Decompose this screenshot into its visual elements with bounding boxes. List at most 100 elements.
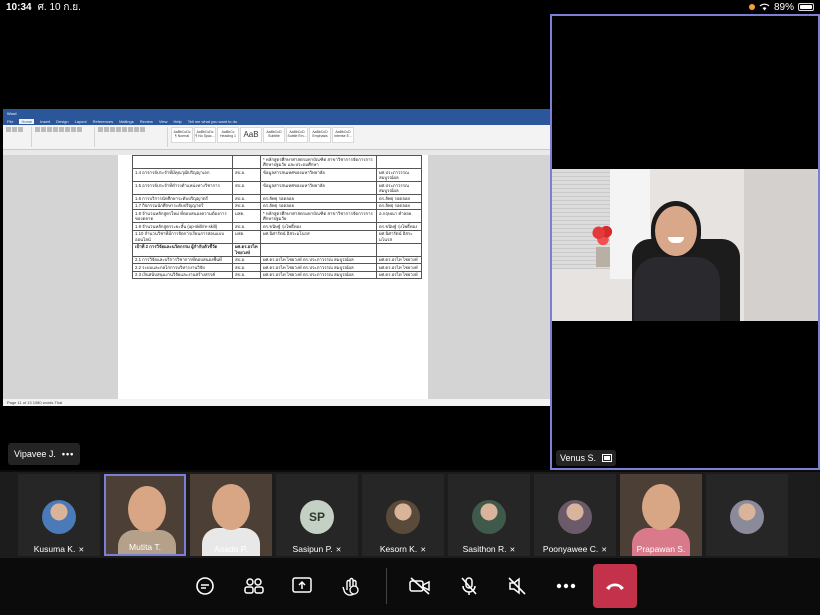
style-item: AaBbCcDc ¶ Normal — [171, 127, 193, 143]
table-row: 1.7 กิจกรรมนักศึกษาระดับปริญญาตรี สป.อ. ดร… — [132, 201, 423, 210]
participant-name: Prapawan S. — [636, 544, 686, 554]
table-cell: ผศ.ดร.อรไท ไชยวงษ์ — [375, 263, 423, 272]
table-cell: 1.5 อาจารย์ประจำที่ดำรงตำแหน่งทางวิชาการ — [132, 181, 233, 195]
table-row: 1.4 อาจารย์ประจำที่มีคุณวุฒิปริญญาเอก สป.… — [132, 168, 423, 182]
participant-tile[interactable]: Kusuma K. ✕ — [18, 474, 100, 556]
battery-icon — [798, 3, 814, 11]
avatar — [730, 500, 764, 534]
table-cell: ผศ.ประภาวรรณ สมบูรณ์ผล — [375, 181, 423, 195]
participant-name: Sasipun P. ✕ — [292, 544, 342, 554]
document-area: * หลักสูตรศึกษาศาสตรมหาบัณฑิต สาขาวิชากา… — [3, 155, 550, 399]
table-cell: สป.อ. — [232, 168, 261, 182]
reactions-button[interactable] — [333, 568, 369, 604]
table-cell: ดร.ขนิษฐ์ รุ่งโพธิ์ทอง — [260, 222, 377, 231]
ribbon-tab: References — [92, 119, 114, 124]
camera-button[interactable] — [402, 568, 438, 604]
table-cell: ผศ.นิศารัตน์ อิสระมโนรส — [375, 229, 423, 244]
participant-name: Sasithon R. ✕ — [462, 544, 516, 554]
style-item: AaBbCcD Subtitle — [263, 127, 285, 143]
table-cell: สป.อ. — [232, 222, 261, 231]
paragraph-group — [98, 127, 168, 147]
word-status-text: Page 11 of 13 1080 words Thai — [7, 400, 63, 405]
share-icon — [292, 577, 312, 593]
participant-tile[interactable]: Poonyawee C. ✕ — [534, 474, 616, 556]
participant-tile[interactable]: Asada P. — [190, 474, 272, 556]
table-cell: 1.6 การบริการนักศึกษาระดับปริญญาตรี — [132, 194, 233, 203]
table-cell: ผศ.ประภาวรรณ สมบูรณ์ผล — [375, 168, 423, 182]
table-cell: 1.7 กิจกรรมนักศึกษาระดับปริญญาตรี — [132, 201, 233, 210]
table-row: 2.2 ระบบและกลไกการบริหารงานวิจัย สป.อ. ผศ.… — [132, 263, 423, 272]
participant-tile[interactable]: Prapawan S. — [620, 474, 702, 556]
participant-video-feed — [212, 484, 250, 530]
table-cell: สป.อ. — [232, 255, 261, 264]
table-row: 1.5 อาจารย์ประจำที่ดำรงตำแหน่งทางวิชาการ… — [132, 181, 423, 195]
recording-dot-icon — [748, 4, 755, 10]
mic-off-icon: ✕ — [420, 547, 427, 554]
call-toolbar — [0, 558, 820, 615]
more-button[interactable] — [548, 568, 584, 604]
mic-button[interactable] — [451, 568, 487, 604]
battery-percent: 89% — [773, 1, 794, 13]
ribbon-tab: File — [7, 119, 14, 124]
ribbon-tab: Review — [139, 119, 153, 124]
main-stage: Word File Home Insert Design Layout Refe… — [0, 14, 550, 470]
participant-tile[interactable] — [706, 474, 788, 556]
table-cell: ผศ.ดร.อรไท ไชยวงษ์ — [232, 242, 261, 257]
table-cell: ผศ.นิศารัตน์ อิสระมโนรส — [260, 229, 377, 244]
style-item: AaBbCcD Intense E... — [332, 127, 354, 143]
participant-name: Poonyawee C. ✕ — [542, 544, 608, 554]
stage-name-label[interactable]: Vipavee J. ••• — [8, 443, 81, 465]
status-date: ศ. 10 ก.ย. — [37, 1, 81, 13]
mic-off-icon: ✕ — [335, 547, 342, 554]
ribbon-tab: Design — [56, 119, 69, 124]
pinned-name-label: Venus S. — [556, 450, 617, 466]
participant-tile[interactable]: SP Sasipun P. ✕ — [276, 474, 358, 556]
word-title-bar: Word — [3, 109, 550, 118]
avatar — [386, 500, 420, 534]
participant-tile[interactable]: Kesorn K. ✕ — [362, 474, 444, 556]
table-cell: สป.อ. — [232, 194, 261, 203]
word-app-title: Word — [7, 111, 17, 116]
mic-off-icon: ✕ — [509, 547, 516, 554]
status-bar: 10:34 ศ. 10 ก.ย. 89% — [0, 0, 820, 14]
share-button[interactable] — [284, 568, 320, 604]
participant-name: Mutita T. — [129, 542, 161, 552]
more-options-icon[interactable]: ••• — [62, 449, 74, 459]
participant-tile[interactable]: Mutita T. — [104, 474, 186, 556]
table-cell: สป.อ. — [232, 263, 261, 272]
table-cell — [375, 242, 423, 257]
table-cell: 1.4 อาจารย์ประจำที่มีคุณวุฒิปริญญาเอก — [132, 168, 233, 182]
avatar — [42, 500, 76, 534]
tell-me: Tell me what you want to do — [187, 119, 238, 124]
table-row: 1.8 จำนวนหลักสูตรใหม่ ที่ตอบสนองความต้อง… — [132, 209, 423, 223]
word-ribbon: AaBbCcDc ¶ Normal AaBbCcDc ¶ No Spac... Aa… — [3, 125, 550, 150]
mic-off-icon: ✕ — [78, 547, 85, 554]
speaker-button[interactable] — [499, 568, 535, 604]
chat-button[interactable] — [187, 568, 223, 604]
style-item: AaBbCcDc ¶ No Spac... — [194, 127, 216, 143]
participant-tile[interactable]: Sasithon R. ✕ — [448, 474, 530, 556]
table-row: 2.1 การวิจัยและบริการวิชาการที่ตอบสนองพื… — [132, 255, 423, 264]
hangup-button[interactable] — [593, 564, 637, 608]
more-icon — [556, 583, 576, 589]
table-cell: อ.กฤษณา คำลอย — [375, 209, 423, 223]
table-cell: * หลักสูตรศึกษาศาสตรมหาบัณฑิต สาขาวิชากา… — [260, 155, 377, 169]
status-time: 10:34 — [6, 1, 32, 13]
table-cell: สป.อ. — [232, 270, 261, 279]
table-cell: มสด. — [232, 209, 261, 223]
people-button[interactable] — [236, 568, 272, 604]
table-cell: ข้อมูลสารสนเทศของมหาวิทยาลัย — [260, 168, 377, 182]
mic-off-icon — [461, 577, 477, 595]
table-cell: เป้าที่ 2 การวิจัยและนวัตกรรม ผู้กำกับตั… — [132, 242, 233, 257]
table-cell: ผศ.ดร.อรไท ไชยวงษ์ ดร.ประภาวรรณ สมบูรณ์ผ… — [260, 255, 377, 264]
table-cell: ข้อมูลสารสนเทศของมหาวิทยาลัย — [260, 181, 377, 195]
style-item: AaBbCc Heading 1 — [217, 127, 239, 143]
table-cell: ผศ.ดร.อรไท ไชยวงษ์ ดร.ประภาวรรณ สมบูรณ์ผ… — [260, 270, 377, 279]
pinned-name: Venus S. — [560, 453, 597, 463]
shared-screen[interactable]: Word File Home Insert Design Layout Refe… — [3, 109, 550, 406]
font-group — [35, 127, 95, 147]
stage-name: Vipavee J. — [14, 449, 56, 459]
table-row: 1.6 การบริการนักศึกษาระดับปริญญาตรี สป.อ.… — [132, 194, 423, 203]
avatar: SP — [300, 500, 334, 534]
pinned-video[interactable]: Venus S. — [550, 14, 820, 470]
